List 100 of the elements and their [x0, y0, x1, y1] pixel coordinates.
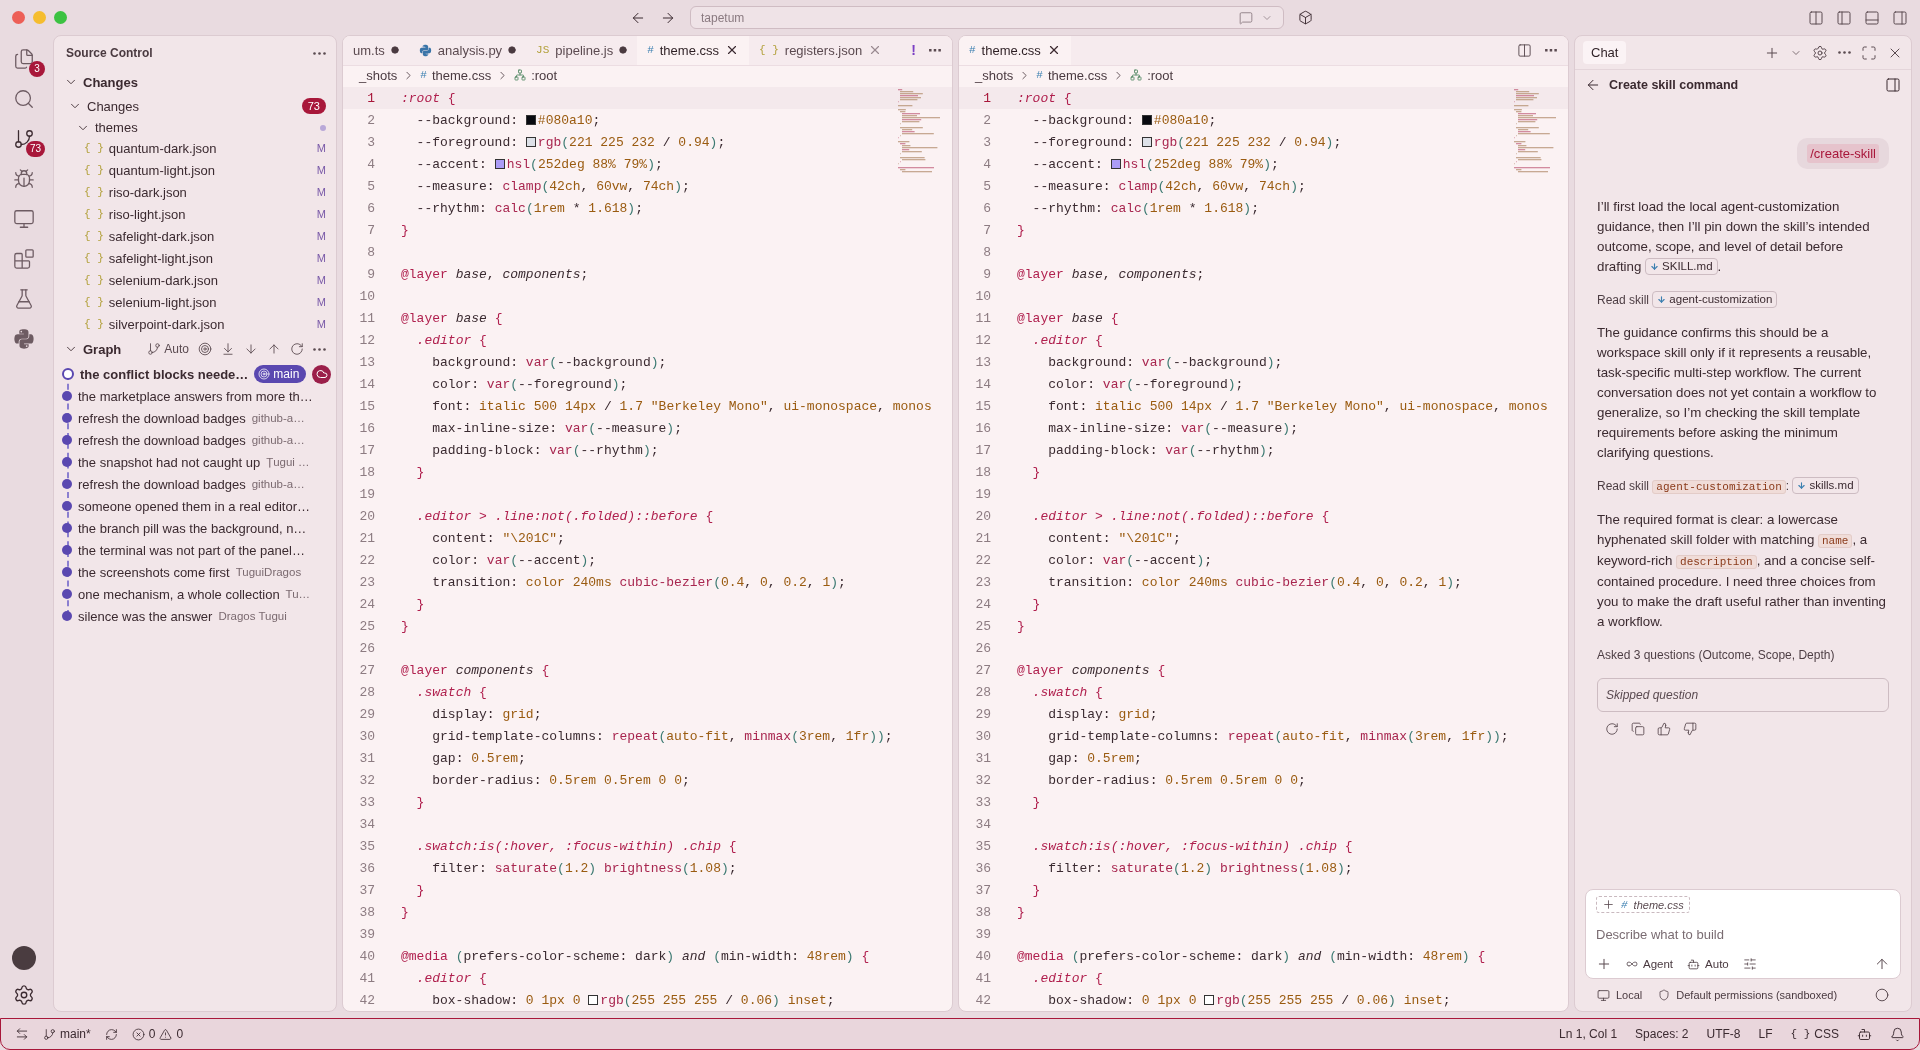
model-picker-button[interactable]: Auto — [1687, 957, 1729, 971]
color-swatch-icon[interactable] — [1204, 994, 1215, 1005]
color-swatch-icon[interactable] — [1141, 136, 1152, 147]
editor-tab[interactable]: # theme.css — [959, 36, 1071, 65]
editor-tab[interactable]: JS pipeline.js — [526, 36, 638, 65]
location-button[interactable]: Local — [1597, 988, 1643, 1002]
color-swatch-icon[interactable] — [1110, 158, 1121, 169]
permissions-button[interactable]: Default permissions (sandboxed) — [1658, 989, 1838, 1001]
code-line: .swatch { — [415, 684, 487, 700]
code-line: gap: 0.5rem; — [1047, 750, 1142, 766]
problems-status[interactable]: 0 0 — [131, 1027, 184, 1041]
file-type-icon: # — [647, 44, 654, 57]
file-item[interactable]: { } quantum-light.json M — [54, 159, 336, 181]
branch-status[interactable]: main* — [43, 1027, 91, 1041]
count-badge: 73 — [25, 141, 45, 157]
breadcrumb[interactable]: _shots — [975, 67, 1014, 83]
color-swatch-icon[interactable] — [494, 158, 505, 169]
maximize-icon — [1861, 44, 1877, 61]
context-chip[interactable]: # theme.css — [1596, 896, 1690, 913]
color-swatch-icon[interactable] — [525, 136, 536, 147]
file-item[interactable]: { } riso-light.json M — [54, 203, 336, 225]
more-icon[interactable] — [1838, 51, 1851, 54]
status-item[interactable]: Ln 1, Col 1 — [1559, 1027, 1618, 1041]
commit-row[interactable]: the screenshots come first TuguiDragos — [54, 561, 336, 583]
editor-tab[interactable]: { } registers.json — [749, 36, 893, 65]
code-line: display: grid; — [1047, 706, 1158, 722]
account-avatar[interactable] — [12, 946, 36, 970]
commit-row[interactable]: refresh the download badges github-a… — [54, 429, 336, 451]
file-item[interactable]: { } selenium-light.json M — [54, 291, 336, 313]
section-header[interactable]: Changes — [54, 70, 336, 94]
status-item[interactable]: LF — [1758, 1027, 1773, 1041]
warning-icon — [159, 1027, 173, 1041]
language-status[interactable]: { } CSS — [1790, 1027, 1839, 1041]
file-item[interactable]: { } silverpoint-dark.json M — [54, 313, 336, 335]
code-line: .editor > .line:not(.folded)::before { — [415, 508, 714, 524]
auto-mode-button[interactable]: Auto — [147, 342, 189, 356]
commit-row[interactable]: the branch pill was the background, n… — [54, 517, 336, 539]
editor-tab[interactable]: um.ts — [343, 36, 409, 65]
commit-row[interactable]: the terminal was not part of the panel… — [54, 539, 336, 561]
line-number: 9 — [366, 266, 376, 282]
editor-tab[interactable]: analysis.py — [408, 36, 527, 65]
run-icon — [13, 168, 35, 190]
commit-row[interactable]: silence was the answer Dragos Tugui — [54, 605, 336, 627]
more-icon[interactable] — [313, 347, 326, 351]
chat-input[interactable]: # theme.css Describe what to build Agent Auto — [1585, 889, 1901, 979]
commit-row[interactable]: the conflict blocks neede… main — [54, 363, 336, 385]
tree-item[interactable]: Changes 73 — [54, 94, 336, 118]
activity-bar-item[interactable]: 73 — [3, 121, 45, 157]
commit-row[interactable]: someone opened them in a real editor… — [54, 495, 336, 517]
toggle-secondary-sidebar-icon — [1892, 9, 1908, 26]
more-icon[interactable] — [313, 51, 326, 55]
line-number: 41 — [974, 970, 992, 986]
file-item[interactable]: { } quantum-dark.json M — [54, 137, 336, 159]
code-line: box-shadow: 0 1px 0 rgb(255 255 255 / 0.06) inset; — [431, 992, 835, 1008]
line-number: 42 — [974, 992, 992, 1008]
commit-row[interactable]: refresh the download badges github-a… — [54, 473, 336, 495]
split-editor-icon[interactable] — [1517, 42, 1532, 58]
file-item[interactable]: { } riso-dark.json M — [54, 181, 336, 203]
breadcrumb[interactable]: # theme.css — [1036, 67, 1108, 83]
agent-mode-button[interactable]: Agent — [1626, 958, 1674, 970]
commit-row[interactable]: one mechanism, a whole collection Tu… — [54, 583, 336, 605]
code-line: content: "\201C"; — [1047, 530, 1181, 546]
line-number: 41 — [358, 970, 376, 986]
file-chip[interactable]: agent-customization — [1652, 291, 1778, 308]
code-line: } — [401, 904, 409, 920]
editor-tab[interactable]: # theme.css — [637, 36, 749, 65]
monitor-icon — [1597, 988, 1610, 1002]
more-actions-button[interactable]: ⋯ — [1544, 42, 1558, 59]
breadcrumb[interactable]: # theme.css — [420, 67, 492, 83]
file-chip[interactable]: skills.md — [1792, 477, 1859, 494]
commit-row[interactable]: the snapshot had not caught up Țugui … — [54, 451, 336, 473]
color-swatch-icon[interactable] — [525, 114, 536, 125]
status-item[interactable]: UTF-8 — [1706, 1027, 1741, 1041]
file-item[interactable]: { } safelight-light.json M — [54, 247, 336, 269]
push-icon — [267, 342, 281, 356]
code-line: transition: color 240ms cubic-bezier(0.4, 0, 0.2, 1); — [431, 574, 846, 590]
breadcrumb[interactable]: _shots — [359, 67, 398, 83]
file-item[interactable]: { } selenium-dark.json M — [54, 269, 336, 291]
add-icon — [1596, 956, 1612, 972]
file-chip[interactable]: SKILL.md — [1645, 258, 1718, 275]
warning-indicator[interactable]: ! — [911, 42, 916, 59]
breadcrumb[interactable]: :root — [514, 67, 558, 83]
code-line: --background: #080a10; — [415, 112, 601, 128]
commit-row[interactable]: refresh the download badges github-a… — [54, 407, 336, 429]
color-swatch-icon[interactable] — [588, 994, 599, 1005]
chat-tab[interactable]: Chat — [1583, 41, 1627, 64]
tree-item[interactable]: themes — [54, 118, 336, 137]
more-actions-button[interactable]: ⋯ — [928, 42, 942, 59]
breadcrumb[interactable]: :root — [1130, 67, 1174, 83]
sync-icon — [104, 1027, 118, 1041]
line-number: 29 — [974, 706, 992, 722]
line-number: 27 — [974, 662, 992, 678]
file-item[interactable]: { } safelight-dark.json M — [54, 225, 336, 247]
color-swatch-icon[interactable] — [1141, 114, 1152, 125]
files-icon — [13, 48, 35, 70]
error-icon — [131, 1027, 145, 1041]
activity-bar-item[interactable]: 3 — [3, 41, 45, 77]
commit-row[interactable]: the marketplace answers from more th… — [54, 385, 336, 407]
status-item[interactable]: Spaces: 2 — [1635, 1027, 1689, 1041]
section-header[interactable]: Graph Auto — [54, 335, 336, 363]
